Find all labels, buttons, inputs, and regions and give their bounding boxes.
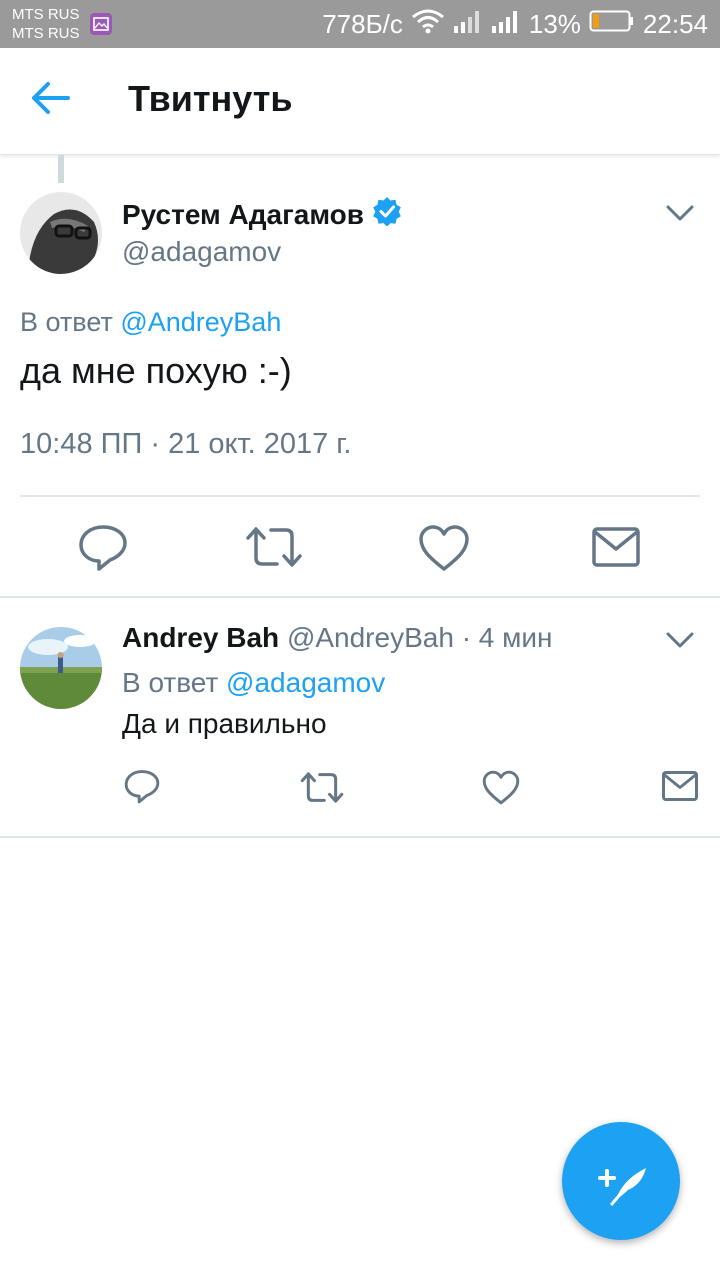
retweet-button[interactable] <box>245 524 303 575</box>
compose-feather-icon <box>598 1168 646 1206</box>
gallery-notification-icon <box>90 13 112 35</box>
reply-mention-link[interactable]: @adagamov <box>226 667 385 698</box>
clock: 22:54 <box>642 8 708 39</box>
network-speed: 778Б/с <box>322 8 403 39</box>
signal-icon-2 <box>491 8 521 41</box>
author-name: Рустем Адагамов <box>122 198 364 230</box>
carrier-labels: MTS RUS MTS RUS <box>12 5 80 43</box>
reply-mention-link[interactable]: @AndreyBah <box>120 307 281 337</box>
compose-tweet-button[interactable] <box>562 1122 680 1240</box>
app-bar: Твитнуть <box>0 48 720 155</box>
envelope-icon <box>592 527 640 567</box>
author-handle[interactable]: @adagamov <box>122 236 281 268</box>
tweet-timestamp: 10:48 ПП · 21 окт. 2017 г. <box>20 428 352 460</box>
reply-author-handle: @AndreyBah <box>286 622 454 653</box>
reply-author-name: Andrey Bah <box>122 622 280 653</box>
direct-message-button[interactable] <box>662 770 698 807</box>
reply-tweet-text: Да и правильно <box>122 708 327 739</box>
reply-author-row[interactable]: Andrey Bah @AndreyBah · 4 мин <box>122 622 553 654</box>
like-button[interactable] <box>482 770 520 810</box>
heart-icon <box>482 770 520 805</box>
back-arrow-icon[interactable] <box>28 76 72 120</box>
author-name-row[interactable]: Рустем Адагамов <box>122 196 402 233</box>
divider <box>0 836 720 838</box>
retweet-button[interactable] <box>300 770 344 810</box>
chevron-down-icon[interactable] <box>666 631 694 649</box>
retweet-icon <box>246 527 302 567</box>
status-right: 778Б/с 13% 22:54 <box>322 0 708 48</box>
reply-time: · 4 мин <box>461 622 553 653</box>
reply-author-avatar[interactable] <box>20 627 102 709</box>
status-bar: MTS RUS MTS RUS 778Б/с 13% 22:54 <box>0 0 720 48</box>
retweet-icon <box>300 772 344 803</box>
divider <box>0 596 720 598</box>
reply-context: В ответ @adagamov <box>122 667 385 699</box>
thread-connector <box>58 155 64 183</box>
tweet-text: да мне похую :-) <box>20 350 292 391</box>
divider <box>20 495 700 497</box>
reply-button[interactable] <box>78 522 128 577</box>
chevron-down-icon[interactable] <box>666 204 694 222</box>
reply-context: В ответ @AndreyBah <box>20 307 281 338</box>
reply-button[interactable] <box>124 768 160 809</box>
verified-badge-icon <box>372 196 402 233</box>
reply-prefix: В ответ <box>122 667 219 698</box>
wifi-icon <box>411 8 445 41</box>
heart-icon <box>419 525 469 571</box>
like-button[interactable] <box>418 524 470 577</box>
reply-icon <box>124 770 160 804</box>
signal-icon-1 <box>453 8 483 41</box>
reply-icon <box>79 525 127 571</box>
direct-message-button[interactable] <box>592 526 640 573</box>
carrier-2: MTS RUS <box>12 25 80 42</box>
reply-prefix: В ответ <box>20 307 113 337</box>
author-avatar[interactable] <box>20 192 102 274</box>
page-title: Твитнуть <box>128 78 293 119</box>
carrier-1: MTS RUS <box>12 6 80 23</box>
battery-percent: 13% <box>528 8 581 39</box>
envelope-icon <box>662 771 698 801</box>
battery-icon <box>589 9 635 40</box>
